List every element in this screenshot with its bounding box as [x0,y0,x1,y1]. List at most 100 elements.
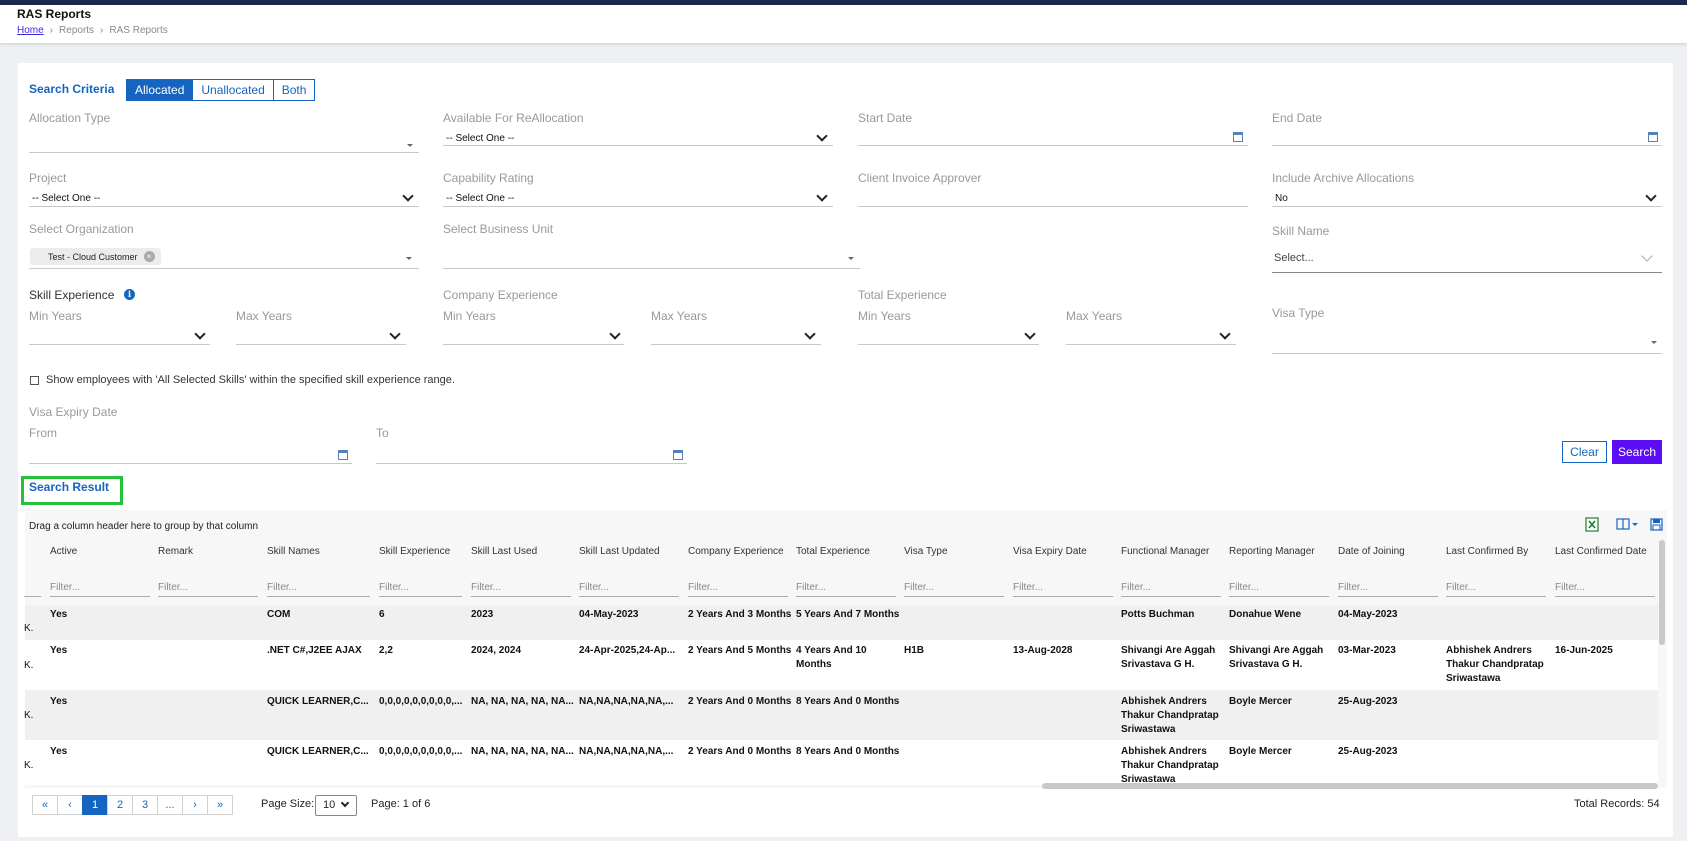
column-header-last-confirmed-by[interactable]: Last Confirmed By [1446,546,1528,557]
visa-expiry-from-label: From [29,426,57,440]
include-archive-select[interactable]: No [1275,193,1288,204]
cell-reporting-manager: Boyle Mercer [1229,746,1292,757]
cell-company-experience: 2 Years And 0 Months [688,696,792,707]
pager-first[interactable]: « [32,795,58,815]
filter-input[interactable]: Filter... [1121,582,1221,597]
total-exp-max-select[interactable] [1066,344,1236,345]
calendar-icon[interactable] [338,450,348,460]
allocation-type-field[interactable] [29,152,419,153]
filter-input[interactable]: Filter... [579,582,679,597]
column-header-skill-last-updated[interactable]: Skill Last Updated [579,546,660,557]
filter-input[interactable]: Filter... [904,582,1004,597]
skill-name-underline [1272,272,1662,273]
column-header-date-of-joining[interactable]: Date of Joining [1338,546,1405,557]
pager-page-1[interactable]: 1 [82,795,108,815]
company-exp-max-select[interactable] [651,344,821,345]
pager-page-3[interactable]: 3 [132,795,158,815]
info-icon[interactable]: i [124,289,135,300]
cell-skill-names: QUICK LEARNER,C... [267,746,369,757]
column-header-visa-expiry-date[interactable]: Visa Expiry Date [1013,546,1087,557]
calendar-icon[interactable] [673,450,683,460]
column-header-total-experience[interactable]: Total Experience [796,546,870,557]
column-header-skill-experience[interactable]: Skill Experience [379,546,450,557]
column-header-reporting-manager[interactable]: Reporting Manager [1229,546,1315,557]
column-header-skill-last-used[interactable]: Skill Last Used [471,546,537,557]
visa-expiry-to-input[interactable] [376,463,687,464]
column-header-remark[interactable]: Remark [158,546,193,557]
filter-input[interactable]: Filter... [379,582,462,597]
project-select[interactable]: -- Select One -- [32,193,100,204]
search-button[interactable]: Search [1612,440,1662,464]
breadcrumb-home[interactable]: Home [17,25,44,36]
company-experience-label: Company Experience [443,288,558,302]
clear-button[interactable]: Clear [1562,441,1607,463]
mode-allocated[interactable]: Allocated [127,80,194,100]
column-header-visa-type[interactable]: Visa Type [904,546,948,557]
visa-expiry-from-input[interactable] [29,463,352,464]
filter-input[interactable]: Filter... [1446,582,1546,597]
visa-type-field[interactable] [1272,353,1662,354]
allocation-type-label: Allocation Type [29,111,111,125]
column-header-active[interactable]: Active [50,546,77,557]
pager-page-2[interactable]: 2 [107,795,133,815]
calendar-icon[interactable] [1233,132,1243,142]
total-exp-min-label: Min Years [858,309,911,323]
remove-chip-icon[interactable]: × [143,251,155,262]
skill-experience-label: Skill Experience [29,288,115,302]
calendar-icon[interactable] [1648,132,1658,142]
capability-rating-select[interactable]: -- Select One -- [446,193,514,204]
total-exp-min-select[interactable] [858,344,1039,345]
end-date-label: End Date [1272,111,1323,125]
cell-last-confirmed-date: 16-Jun-2025 [1555,645,1613,656]
filter-input[interactable]: Filter... [796,582,896,597]
client-invoice-approver-input[interactable] [858,206,1248,207]
skill-exp-min-select[interactable] [29,344,210,345]
pager-prev[interactable]: ‹ [57,795,83,815]
cell-skill-experience: 6 [379,609,385,620]
vertical-scrollbar[interactable] [1659,540,1665,645]
filter-input[interactable]: Filter... [1013,582,1113,597]
end-date-input[interactable] [1272,145,1662,146]
filter-input[interactable]: Filter... [471,582,571,597]
select-business-unit-field[interactable] [443,268,860,269]
chevron-right-icon: › [49,25,54,36]
column-chooser-icon[interactable] [1616,518,1640,531]
breadcrumb-current: RAS Reports [109,25,168,36]
filter-input[interactable]: Filter... [267,582,370,597]
caret-down-icon [848,257,854,260]
company-exp-min-label: Min Years [443,309,496,323]
filter-input[interactable]: Filter... [1229,582,1329,597]
horizontal-scrollbar[interactable] [1042,783,1658,789]
company-exp-min-select[interactable] [443,344,624,345]
column-header-company-experience[interactable]: Company Experience [688,546,784,557]
filter-input[interactable]: Filter... [1555,582,1655,597]
start-date-input[interactable] [858,145,1248,146]
breadcrumb-reports[interactable]: Reports [59,25,94,36]
filter-input[interactable]: Filter... [50,582,150,597]
excel-export-icon[interactable] [1585,517,1599,532]
available-realloc-select[interactable]: -- Select One -- [446,133,514,144]
pager-last[interactable]: » [207,795,233,815]
column-header-functional-manager[interactable]: Functional Manager [1121,546,1209,557]
pager-next[interactable]: › [182,795,208,815]
filter-input[interactable]: Filter... [688,582,788,597]
mode-both[interactable]: Both [274,80,315,100]
mode-unallocated[interactable]: Unallocated [193,80,274,100]
filter-input[interactable]: Filter... [158,582,258,597]
save-layout-icon[interactable] [1650,518,1663,531]
page-size-select[interactable]: 10 [315,795,357,816]
filter-input[interactable]: Filter... [1338,582,1438,597]
all-skills-checkbox[interactable] [30,376,39,385]
pagination: « ‹ 1 2 3 ... › » [32,795,233,815]
include-archive-underline [1272,206,1662,207]
column-header-last-confirmed-date[interactable]: Last Confirmed Date [1555,546,1647,557]
column-header-skill-names[interactable]: Skill Names [267,546,320,557]
select-organization-field[interactable] [29,268,419,269]
capability-rating-underline [443,206,833,207]
start-date-label: Start Date [858,111,913,125]
pager-ellipsis[interactable]: ... [157,795,183,815]
page-info: Page: 1 of 6 [371,798,431,810]
skill-name-input[interactable]: Select... [1274,252,1314,264]
skill-exp-max-select[interactable] [236,344,406,345]
search-result-title: Search Result [29,480,110,494]
